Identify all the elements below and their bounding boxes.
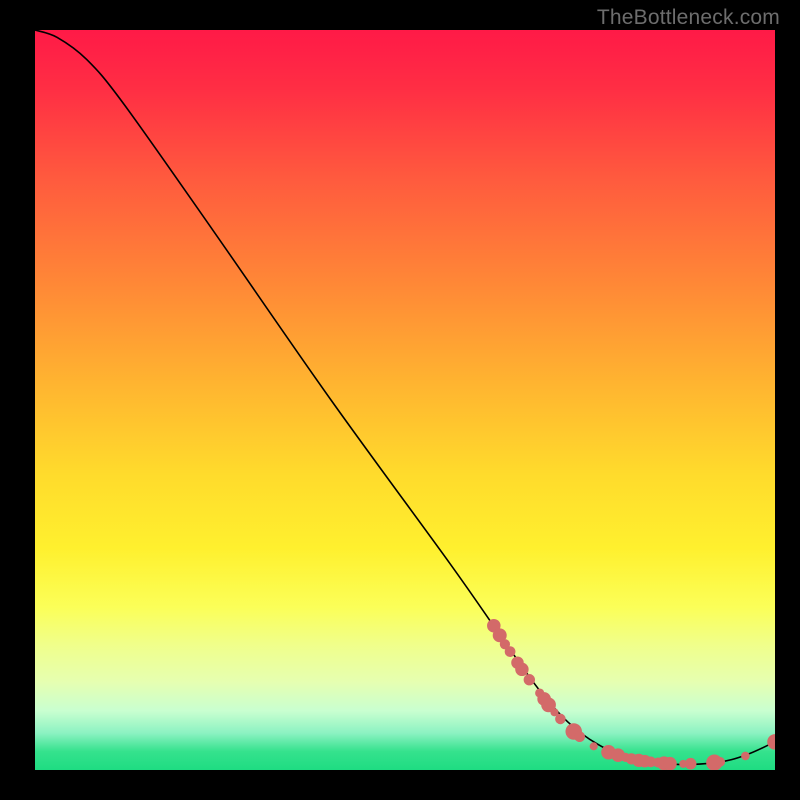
chart-frame	[35, 30, 775, 770]
data-marker	[574, 731, 585, 742]
data-marker	[505, 646, 516, 657]
data-marker	[524, 674, 535, 685]
data-marker	[741, 752, 750, 761]
chart-svg-layer	[35, 30, 775, 770]
data-markers	[487, 619, 775, 770]
data-marker	[515, 663, 528, 676]
watermark-text: TheBottleneck.com	[597, 6, 780, 30]
data-marker	[663, 757, 677, 770]
bottleneck-curve	[35, 30, 775, 764]
data-marker	[590, 742, 598, 750]
data-marker	[685, 758, 697, 770]
data-marker	[715, 757, 725, 767]
data-marker	[767, 734, 775, 750]
data-marker	[555, 714, 566, 725]
